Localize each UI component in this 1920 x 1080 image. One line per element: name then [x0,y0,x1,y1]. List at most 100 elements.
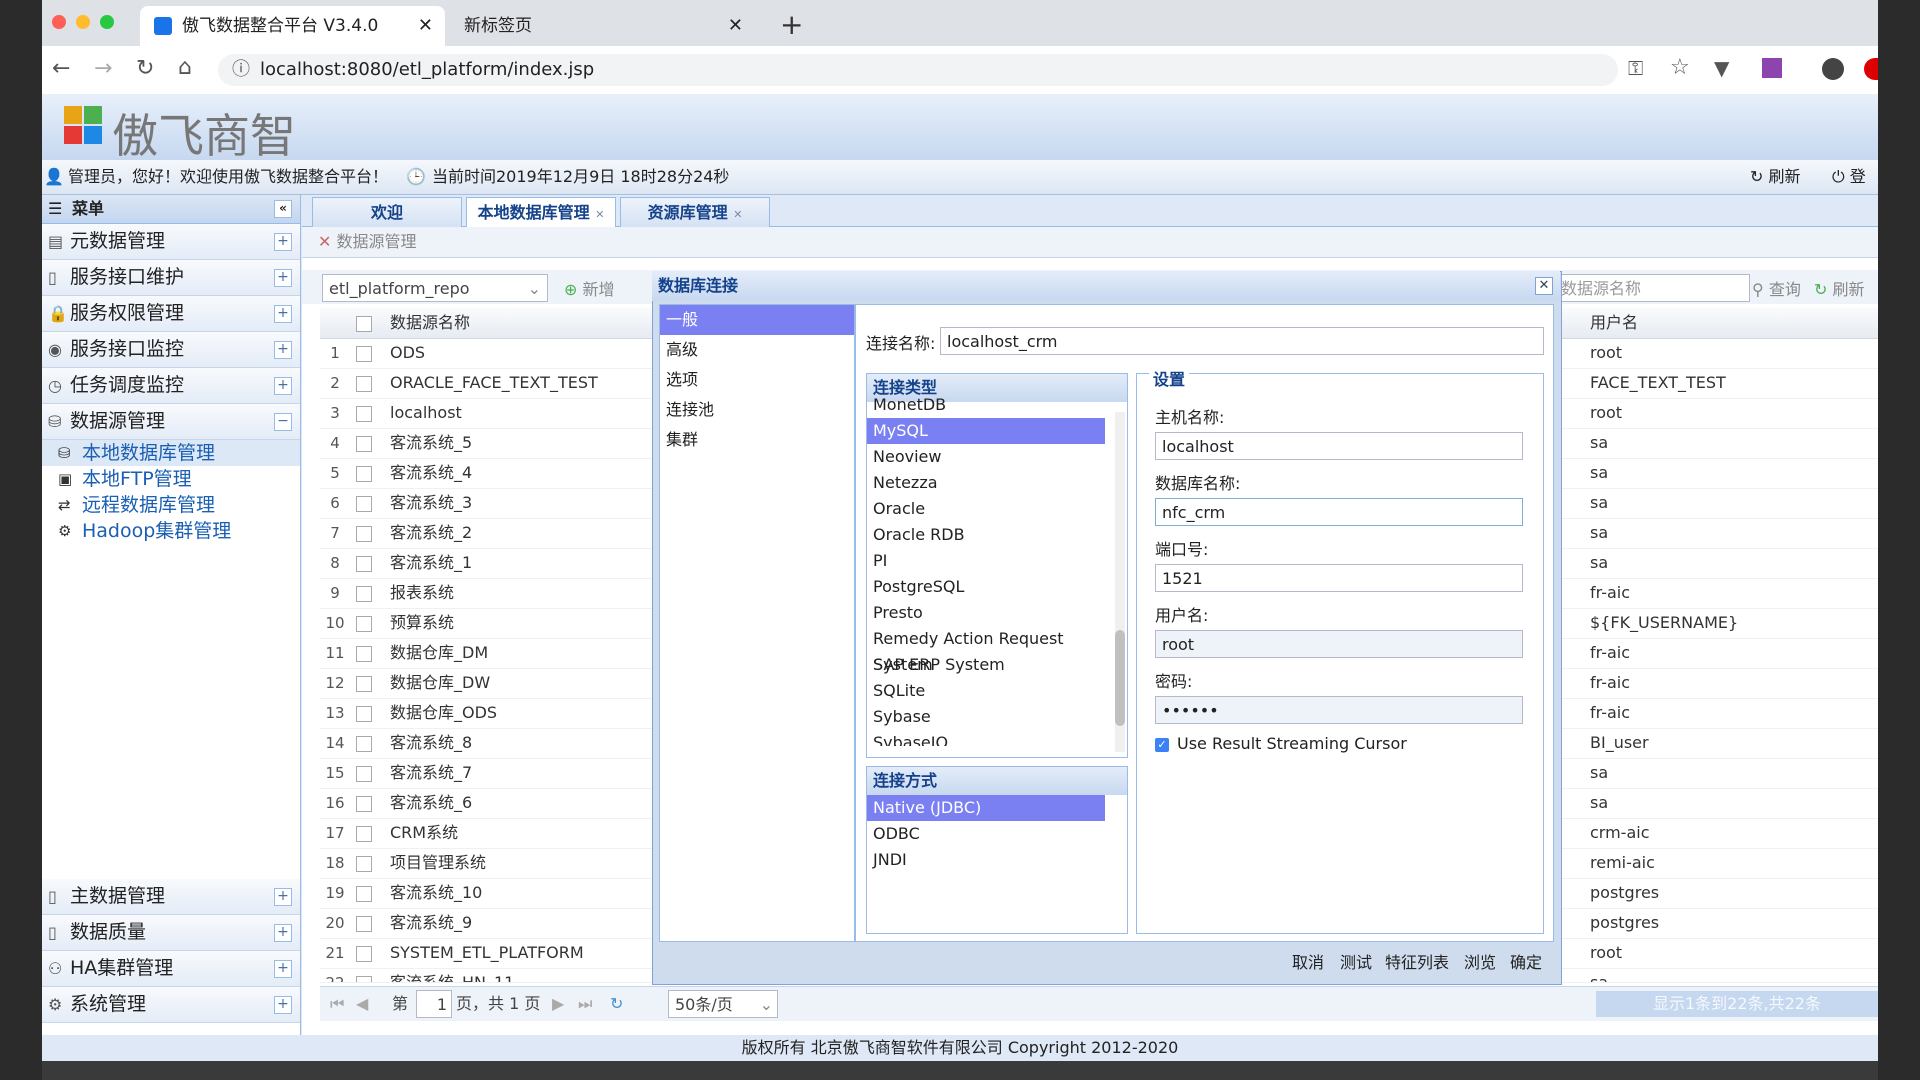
ok-button[interactable]: 确定 [1510,944,1542,982]
address-bar[interactable]: ⓘ localhost:8080/etl_platform/index.jsp [218,54,1618,86]
logout-button[interactable]: ⏻ 登 [1832,160,1866,194]
port-input[interactable]: 1521 [1155,564,1523,592]
sidebar-section-task-monitor[interactable]: ◷ 任务调度监控 + [42,368,300,404]
close-tab-icon[interactable]: ✕ [728,6,743,46]
expand-icon[interactable]: + [274,996,292,1014]
conn-type-item[interactable]: SAP ERP System [867,652,1127,678]
row-checkbox[interactable] [356,556,372,572]
sidebar-section-service-maintenance[interactable]: ▯ 服务接口维护 + [42,260,300,296]
maximize-window-button[interactable] [100,15,114,29]
pwd-input[interactable]: •••••• [1155,696,1523,724]
expand-icon[interactable]: + [274,305,292,323]
row-checkbox[interactable] [356,376,372,392]
conn-name-input[interactable]: localhost_crm [940,327,1544,355]
tab-local-db[interactable]: 本地数据库管理 ✕ [466,197,616,227]
query-button[interactable]: ⚲ 查询 [1752,276,1801,300]
scrollbar-thumb[interactable] [1115,630,1125,726]
sidebar-item-local-db[interactable]: ⛁ 本地数据库管理 [42,440,300,466]
conn-type-item[interactable]: Neoview [867,444,1127,470]
nav-pool[interactable]: 连接池 [660,395,854,425]
conn-type-item[interactable]: Oracle RDB [867,522,1127,548]
last-page-icon[interactable]: ⏭ [578,987,592,1021]
row-checkbox[interactable] [356,916,372,932]
method-item[interactable]: Native (JDBC) [867,795,1105,821]
bookmark-star-icon[interactable]: ☆ [1670,55,1690,80]
user-input[interactable]: root [1155,630,1523,658]
search-input[interactable]: 数据源名称 [1554,274,1750,302]
expand-icon[interactable]: + [274,924,292,942]
profile-avatar[interactable] [1822,58,1844,80]
refresh-button[interactable]: ↻ 刷新 [1750,160,1801,194]
back-icon[interactable]: ← [52,56,70,81]
forward-icon[interactable]: → [94,56,112,81]
key-icon[interactable]: ⚿ [1628,56,1643,80]
streaming-checkbox[interactable]: ✓ [1155,738,1169,752]
row-checkbox[interactable] [356,406,372,422]
nav-advanced[interactable]: 高级 [660,335,854,365]
reload-icon[interactable]: ↻ [136,56,154,81]
conn-type-item[interactable]: PostgreSQL [867,574,1127,600]
conn-type-item[interactable]: SQLite [867,678,1127,704]
row-checkbox[interactable] [356,646,372,662]
conn-type-item[interactable]: Oracle [867,496,1127,522]
prev-page-icon[interactable]: ◀ [356,987,368,1021]
row-checkbox[interactable] [356,766,372,782]
close-tab-icon[interactable]: ✕ [418,6,433,46]
sidebar-section-system[interactable]: ⚙ 系统管理 + [42,987,300,1023]
new-tab-icon[interactable]: + [780,8,803,41]
close-tab-icon[interactable]: ✕ [733,208,742,221]
browse-button[interactable]: 浏览 [1464,944,1496,982]
row-checkbox[interactable] [356,436,372,452]
conn-type-item[interactable]: Remedy Action Request System [867,626,1127,674]
sidebar-item-hadoop[interactable]: ⚙ Hadoop集群管理 [42,518,300,544]
conn-type-item[interactable]: PI [867,548,1127,574]
row-checkbox[interactable] [356,826,372,842]
method-item[interactable]: ODBC [867,821,1127,847]
browser-tab[interactable]: 新标签页 ✕ [450,6,755,46]
home-icon[interactable]: ⌂ [178,55,192,80]
refresh-icon[interactable]: ↻ [610,987,623,1021]
nav-cluster[interactable]: 集群 [660,425,854,455]
sidebar-section-metadata[interactable]: ▤ 元数据管理 + [42,224,300,260]
sidebar-item-remote-db[interactable]: ⇄ 远程数据库管理 [42,492,300,518]
conn-type-item[interactable]: Sybase [867,704,1127,730]
row-checkbox[interactable] [356,886,372,902]
first-page-icon[interactable]: ⏮ [330,987,344,1021]
repo-select[interactable]: etl_platform_repo ⌄ [322,274,548,302]
row-checkbox[interactable] [356,526,372,542]
extension-icon[interactable]: ▼ [1714,56,1729,80]
expand-icon[interactable]: + [274,233,292,251]
sidebar-section-ha-cluster[interactable]: ⚇ HA集群管理 + [42,951,300,987]
host-input[interactable]: localhost [1155,432,1523,460]
cancel-button[interactable]: 取消 [1292,944,1324,982]
row-checkbox[interactable] [356,796,372,812]
test-button[interactable]: 测试 [1340,944,1372,982]
sidebar-section-service-permission[interactable]: 🔒 服务权限管理 + [42,296,300,332]
collapse-section-icon[interactable]: − [274,413,292,431]
row-checkbox[interactable] [356,586,372,602]
expand-icon[interactable]: + [274,341,292,359]
conn-type-item[interactable]: Netezza [867,470,1127,496]
expand-icon[interactable]: + [274,960,292,978]
select-all-checkbox[interactable] [356,316,372,332]
nav-general[interactable]: 一般 [660,305,854,335]
expand-icon[interactable]: + [274,888,292,906]
row-checkbox[interactable] [356,346,372,362]
tab-repo[interactable]: 资源库管理 ✕ [620,197,770,227]
row-checkbox[interactable] [356,706,372,722]
sidebar-item-local-ftp[interactable]: ▣ 本地FTP管理 [42,466,300,492]
conn-type-item[interactable]: MySQL [867,418,1105,444]
expand-icon[interactable]: + [274,269,292,287]
expand-icon[interactable]: + [274,377,292,395]
row-checkbox[interactable] [356,676,372,692]
close-icon[interactable]: ✕ [1535,277,1553,295]
collapse-icon[interactable]: « [274,200,292,218]
row-checkbox[interactable] [356,466,372,482]
row-checkbox[interactable] [356,976,372,982]
row-checkbox[interactable] [356,616,372,632]
sidebar-section-datasource[interactable]: ⛁ 数据源管理 − [42,404,300,440]
sidebar-section-service-monitor[interactable]: ◉ 服务接口监控 + [42,332,300,368]
grid-refresh-button[interactable]: ↻ 刷新 [1814,276,1865,300]
close-tab-icon[interactable]: ✕ [595,208,604,221]
conn-type-item[interactable]: MonetDB [867,392,1127,418]
